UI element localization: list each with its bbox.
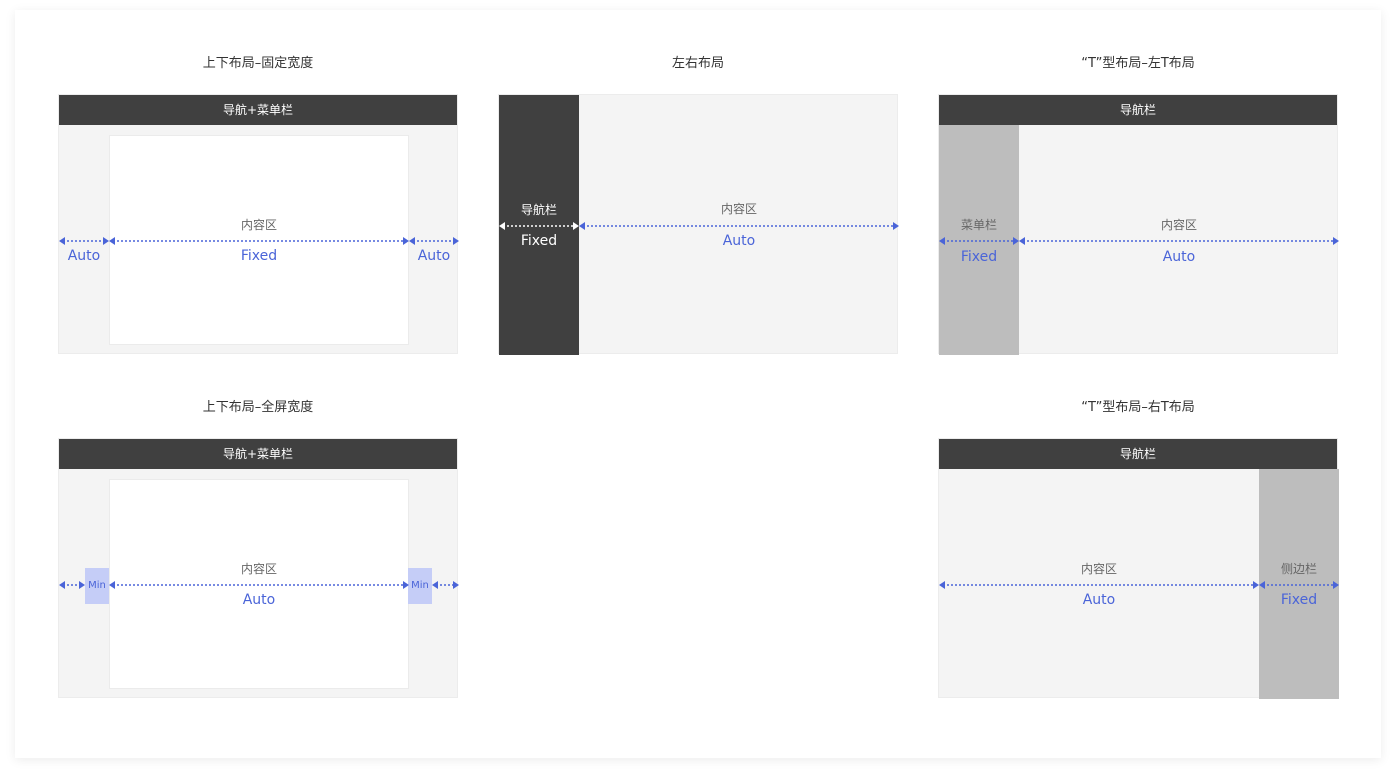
content-label: 内容区 [1080, 562, 1117, 576]
sidebar-fixed-value: Fixed [1280, 592, 1318, 608]
content-area [109, 135, 409, 345]
min-width-right: Min [408, 568, 432, 604]
menu-fixed-value: Fixed [960, 249, 998, 265]
content-label: 内容区 [1160, 218, 1197, 232]
content-auto-value: Auto [1082, 592, 1116, 608]
nav-label: 导航栏 [520, 203, 557, 217]
layout-t-left-title: “T”型布局–左T布局 [1081, 56, 1195, 71]
content-auto-value: Auto [722, 233, 756, 249]
content-label: 内容区 [240, 562, 277, 576]
content-auto-value: Auto [242, 592, 276, 608]
side-panel [1259, 469, 1339, 699]
layout-left-right: 导航栏 内容区 Fixed Auto [498, 94, 899, 355]
content-label: 内容区 [240, 218, 277, 232]
layout-full-width: 导航+菜单栏 内容区 Min Min Auto [58, 438, 459, 698]
content-label: 内容区 [720, 202, 757, 216]
sidebar-label: 侧边栏 [1280, 562, 1317, 576]
layout-t-right: 导航栏 内容区 侧边栏 Auto Fixed [938, 438, 1339, 699]
layout-t-right-title: “T”型布局–右T布局 [1081, 400, 1195, 415]
min-width-left: Min [85, 568, 109, 604]
menu-label: 菜单栏 [960, 218, 997, 232]
layout-fixed-width-title: 上下布局–固定宽度 [202, 56, 314, 71]
nav-bar: 导航栏 [939, 439, 1337, 469]
nav-menu-bar: 导航+菜单栏 [59, 439, 457, 469]
layout-left-right-title: 左右布局 [671, 56, 724, 71]
nav-fixed-value: Fixed [520, 233, 558, 249]
right-auto-value: Auto [417, 248, 451, 264]
layout-t-left: 导航栏 菜单栏 内容区 Fixed Auto [938, 94, 1339, 355]
nav-menu-bar: 导航+菜单栏 [59, 95, 457, 125]
left-auto-value: Auto [67, 248, 101, 264]
nav-sidebar [499, 95, 579, 355]
center-fixed-value: Fixed [240, 248, 278, 264]
layout-fixed-width: 导航+菜单栏 内容区 Auto Fixed Auto [58, 94, 459, 354]
content-area [109, 479, 409, 689]
menu-sidebar [939, 125, 1019, 355]
nav-bar: 导航栏 [939, 95, 1337, 125]
content-auto-value: Auto [1162, 249, 1196, 265]
layout-full-width-title: 上下布局–全屏宽度 [202, 400, 314, 415]
